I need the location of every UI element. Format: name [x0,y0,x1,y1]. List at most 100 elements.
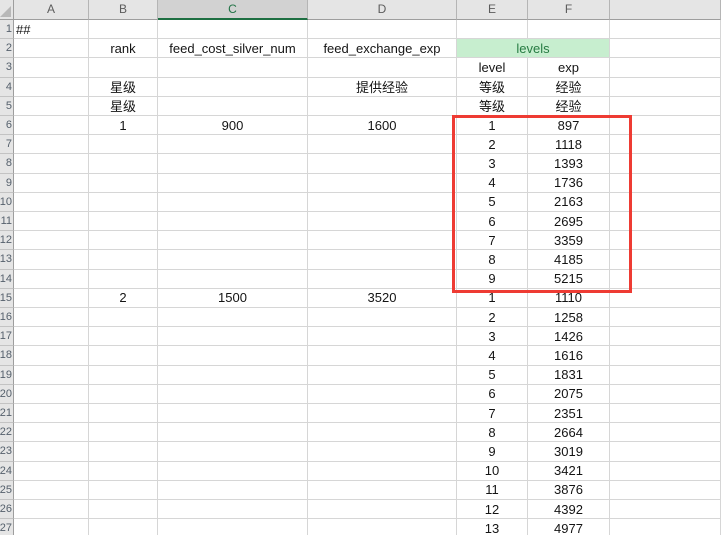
cell-A25[interactable] [14,481,89,500]
cell-A8[interactable] [14,154,89,173]
row-header-21[interactable]: 21 [0,404,14,423]
cell-B16[interactable] [89,308,158,327]
cell-E17[interactable]: 3 [457,327,528,346]
cell-E21[interactable]: 7 [457,404,528,423]
cell-C5[interactable] [158,97,308,116]
cell-C21[interactable] [158,404,308,423]
cell-B19[interactable] [89,366,158,385]
cell-F15[interactable]: 1110 [528,289,610,308]
cell-B14[interactable] [89,270,158,289]
row-header-3[interactable]: 3 [0,58,14,77]
cell-E24[interactable]: 10 [457,462,528,481]
row-header-5[interactable]: 5 [0,97,14,116]
cell-E18[interactable]: 4 [457,346,528,365]
cell-C1[interactable] [158,20,308,39]
cell-D13[interactable] [308,250,457,269]
cell-B2[interactable]: rank [89,39,158,58]
cell-F21[interactable]: 2351 [528,404,610,423]
cell-C4[interactable] [158,78,308,97]
cell-E15[interactable]: 1 [457,289,528,308]
cell-B9[interactable] [89,174,158,193]
cell-F18[interactable]: 1616 [528,346,610,365]
cell-D1[interactable] [308,20,457,39]
cell-B13[interactable] [89,250,158,269]
cell-A14[interactable] [14,270,89,289]
cell-F7[interactable]: 1118 [528,135,610,154]
cell-C6[interactable]: 900 [158,116,308,135]
cell-D4[interactable]: 提供经验 [308,78,457,97]
cell-F6[interactable]: 897 [528,116,610,135]
cell-B22[interactable] [89,423,158,442]
cell-A4[interactable] [14,78,89,97]
cell-G9[interactable] [610,174,721,193]
cell-F22[interactable]: 2664 [528,423,610,442]
row-header-27[interactable]: 27 [0,519,14,535]
cell-G13[interactable] [610,250,721,269]
cell-E19[interactable]: 5 [457,366,528,385]
cell-A21[interactable] [14,404,89,423]
cell-C11[interactable] [158,212,308,231]
cell-E20[interactable]: 6 [457,385,528,404]
row-header-26[interactable]: 26 [0,500,14,519]
cell-F27[interactable]: 4977 [528,519,610,535]
cell-E27[interactable]: 13 [457,519,528,535]
cell-F11[interactable]: 2695 [528,212,610,231]
cell-D11[interactable] [308,212,457,231]
cell-D18[interactable] [308,346,457,365]
row-header-24[interactable]: 24 [0,462,14,481]
cell-A20[interactable] [14,385,89,404]
cell-D25[interactable] [308,481,457,500]
row-header-6[interactable]: 6 [0,116,14,135]
cell-E10[interactable]: 5 [457,193,528,212]
column-header-D[interactable]: D [308,0,457,20]
cell-F14[interactable]: 5215 [528,270,610,289]
cell-C17[interactable] [158,327,308,346]
cell-G10[interactable] [610,193,721,212]
cell-B20[interactable] [89,385,158,404]
cell-B4[interactable]: 星级 [89,78,158,97]
cell-C23[interactable] [158,442,308,461]
cell-A1[interactable]: ## [14,20,89,39]
cell-G14[interactable] [610,270,721,289]
cell-B27[interactable] [89,519,158,535]
cell-G15[interactable] [610,289,721,308]
cell-E9[interactable]: 4 [457,174,528,193]
cell-D27[interactable] [308,519,457,535]
cell-B7[interactable] [89,135,158,154]
cell-C18[interactable] [158,346,308,365]
cell-G21[interactable] [610,404,721,423]
cell-G11[interactable] [610,212,721,231]
cell-B15[interactable]: 2 [89,289,158,308]
cell-G26[interactable] [610,500,721,519]
cell-C8[interactable] [158,154,308,173]
cell-G16[interactable] [610,308,721,327]
cell-A7[interactable] [14,135,89,154]
cell-C9[interactable] [158,174,308,193]
cell-E26[interactable]: 12 [457,500,528,519]
cell-B23[interactable] [89,442,158,461]
cell-F17[interactable]: 1426 [528,327,610,346]
cell-G18[interactable] [610,346,721,365]
cell-E16[interactable]: 2 [457,308,528,327]
column-header-B[interactable]: B [89,0,158,20]
row-header-11[interactable]: 11 [0,212,14,231]
cell-F24[interactable]: 3421 [528,462,610,481]
cell-C22[interactable] [158,423,308,442]
cell-E12[interactable]: 7 [457,231,528,250]
cell-F4[interactable]: 经验 [528,78,610,97]
row-header-16[interactable]: 16 [0,308,14,327]
cell-E5[interactable]: 等级 [457,97,528,116]
cell-E1[interactable] [457,20,528,39]
cell-E8[interactable]: 3 [457,154,528,173]
cell-D9[interactable] [308,174,457,193]
cell-C10[interactable] [158,193,308,212]
cell-C16[interactable] [158,308,308,327]
cell-A3[interactable] [14,58,89,77]
cell-B5[interactable]: 星级 [89,97,158,116]
cell-A24[interactable] [14,462,89,481]
row-header-7[interactable]: 7 [0,135,14,154]
cell-A2[interactable] [14,39,89,58]
cell-G1[interactable] [610,20,721,39]
cell-A23[interactable] [14,442,89,461]
cell-C15[interactable]: 1500 [158,289,308,308]
